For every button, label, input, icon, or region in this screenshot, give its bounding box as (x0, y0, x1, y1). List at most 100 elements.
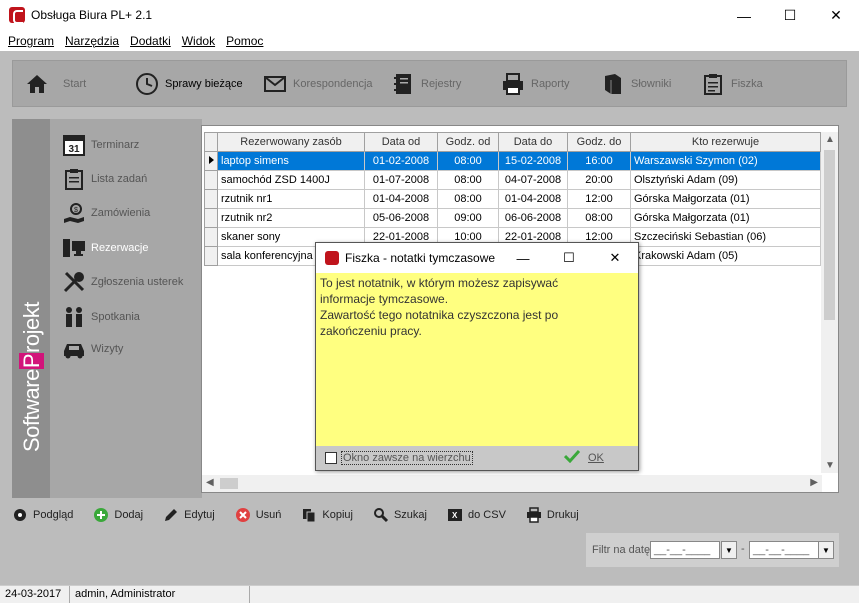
sidebar-item-terminarz[interactable]: 31 Terminarz (62, 131, 139, 159)
date-from-dropdown-icon[interactable]: ▼ (721, 541, 737, 559)
status-date: 24-03-2017 (0, 586, 70, 603)
toolbar-rejestry[interactable]: Rejestry (391, 69, 461, 99)
dialog-maximize-button[interactable]: ☐ (546, 243, 592, 273)
row-indicator (204, 189, 218, 209)
toolbar-korespondencja-label: Korespondencja (293, 78, 373, 90)
sidebar-label-rezerwacje: Rezerwacje (91, 242, 149, 254)
brand-logo: SoftwareProjekt (19, 302, 44, 452)
vertical-scroll-thumb[interactable] (824, 150, 835, 320)
menu-widok[interactable]: Widok (182, 31, 215, 51)
table-row[interactable]: laptop simens 01-02-2008 08:00 15-02-200… (204, 151, 821, 171)
col-header-godz-od[interactable]: Godz. od (437, 132, 499, 152)
sidebar-item-zamowienia[interactable]: $ Zamówienia (62, 199, 150, 227)
cell-godz-do: 08:00 (567, 208, 631, 228)
people-icon (62, 305, 86, 329)
edytuj-button[interactable]: Edytuj (163, 507, 215, 523)
scroll-down-icon[interactable]: ▼ (825, 460, 835, 471)
cell-kto: Warszawski Szymon (02) (630, 151, 821, 171)
maximize-button[interactable]: ☐ (767, 0, 813, 31)
kopiuj-label: Kopiuj (322, 509, 353, 521)
scroll-up-icon[interactable]: ▲ (825, 134, 835, 145)
szukaj-button[interactable]: Szukaj (373, 507, 427, 523)
search-icon (373, 507, 389, 523)
sidebar-label-spotkania: Spotkania (91, 311, 140, 323)
menu-program[interactable]: Program (8, 31, 54, 51)
toolbar-korespondencja[interactable]: Korespondencja (263, 69, 373, 99)
col-header-godz-do[interactable]: Godz. do (567, 132, 631, 152)
sidebar-item-spotkania[interactable]: Spotkania (62, 303, 140, 331)
row-indicator (204, 170, 218, 190)
sidebar-item-lista-zadan[interactable]: Lista zadań (62, 165, 147, 193)
dialog-title-bar: Fiszka - notatki tymczasowe — ☐ ✕ (316, 243, 638, 273)
svg-text:31: 31 (68, 144, 80, 155)
fiszka-dialog: Fiszka - notatki tymczasowe — ☐ ✕ To jes… (315, 242, 639, 471)
sidebar-label-terminarz: Terminarz (91, 139, 140, 151)
menu-narzedzia[interactable]: Narzędzia (65, 31, 119, 51)
table-row[interactable]: rzutnik nr2 05-06-2008 09:00 06-06-2008 … (204, 208, 821, 228)
col-header-data-do[interactable]: Data do (498, 132, 568, 152)
cell-zasob: rzutnik nr2 (217, 208, 365, 228)
cell-kto: Górska Małgorzata (01) (630, 208, 821, 228)
drukuj-button[interactable]: Drukuj (526, 507, 579, 523)
toolbar-sprawy-biezace[interactable]: Sprawy bieżące (135, 69, 243, 99)
vertical-scrollbar[interactable]: ▲ ▼ (821, 132, 838, 473)
podglad-button[interactable]: Podgląd (12, 507, 73, 523)
date-from-field[interactable]: __-__-____ (650, 541, 720, 559)
cell-data-do: 15-02-2008 (498, 151, 568, 171)
clock-icon (135, 72, 159, 96)
horizontal-scroll-thumb[interactable] (220, 478, 238, 489)
sidebar-item-wizyty[interactable]: Wizyty (62, 335, 123, 363)
csv-button[interactable]: X do CSV (447, 507, 506, 523)
menu-pomoc[interactable]: Pomoc (226, 31, 263, 51)
sidebar-item-rezerwacje[interactable]: Rezerwacje (62, 234, 148, 262)
row-indicator (204, 246, 218, 266)
scroll-left-icon[interactable]: ◀ (206, 477, 214, 488)
col-header-zasob[interactable]: Rezerwowany zasób (217, 132, 365, 152)
col-header-kto[interactable]: Kto rezerwuje (630, 132, 821, 152)
table-row[interactable]: samochód ZSD 1400J 01-07-2008 08:00 04-0… (204, 170, 821, 190)
dialog-minimize-button[interactable]: — (500, 243, 546, 273)
sidebar-label-wizyty: Wizyty (91, 343, 124, 355)
cell-data-do: 04-07-2008 (498, 170, 568, 190)
note-textarea[interactable]: To jest notatnik, w którym możesz zapisy… (320, 275, 634, 339)
print-icon (526, 507, 542, 523)
car-icon (62, 337, 86, 361)
date-filter: Filtr na datę __-__-____ ▼ - __-__-____ … (586, 533, 839, 567)
table-row[interactable]: rzutnik nr1 01-04-2008 08:00 01-04-2008 … (204, 189, 821, 209)
cell-kto: Szczeciński Sebastian (06) (630, 227, 821, 247)
ok-label: OK (588, 451, 604, 464)
toolbar-rejestry-label: Rejestry (421, 78, 462, 90)
menu-dodatki[interactable]: Dodatki (130, 31, 171, 51)
dodaj-label: Dodaj (114, 509, 144, 521)
cell-data-od: 01-07-2008 (364, 170, 438, 190)
scroll-right-icon[interactable]: ▶ (810, 477, 818, 488)
toolbar-start[interactable]: Start (25, 69, 86, 99)
cell-godz-do: 16:00 (567, 151, 631, 171)
book-icon (601, 72, 625, 96)
order-icon: $ (62, 201, 86, 225)
toolbar-raporty[interactable]: Raporty (501, 69, 570, 99)
close-button[interactable]: ✕ (813, 0, 859, 31)
cell-godz-od: 08:00 (437, 170, 499, 190)
sidebar-item-zgloszenia[interactable]: Zgłoszenia usterek (62, 268, 183, 296)
dialog-close-button[interactable]: ✕ (592, 243, 638, 273)
usun-label: Usuń (255, 509, 282, 521)
podglad-label: Podgląd (33, 509, 74, 521)
ok-button[interactable]: OK (563, 449, 604, 466)
dodaj-button[interactable]: Dodaj (93, 507, 143, 523)
toolbar-slowniki[interactable]: Słowniki (601, 69, 671, 99)
always-on-top-checkbox[interactable] (325, 452, 337, 464)
horizontal-scrollbar[interactable]: ◀ ▶ (202, 475, 822, 492)
usun-button[interactable]: Usuń (235, 507, 282, 523)
szukaj-label: Szukaj (393, 509, 427, 521)
cell-godz-do: 12:00 (567, 189, 631, 209)
date-to-field[interactable]: __-__-____ (749, 541, 819, 559)
always-on-top-label[interactable]: Okno zawsze na wierzchu (341, 451, 473, 465)
col-header-data-od[interactable]: Data od (364, 132, 438, 152)
date-to-dropdown-icon[interactable]: ▼ (818, 541, 834, 559)
minimize-button[interactable]: — (721, 0, 767, 31)
excel-icon: X (447, 507, 463, 523)
toolbar-fiszka[interactable]: Fiszka (701, 69, 763, 99)
dialog-phone-icon (325, 251, 339, 265)
kopiuj-button[interactable]: Kopiuj (301, 507, 353, 523)
